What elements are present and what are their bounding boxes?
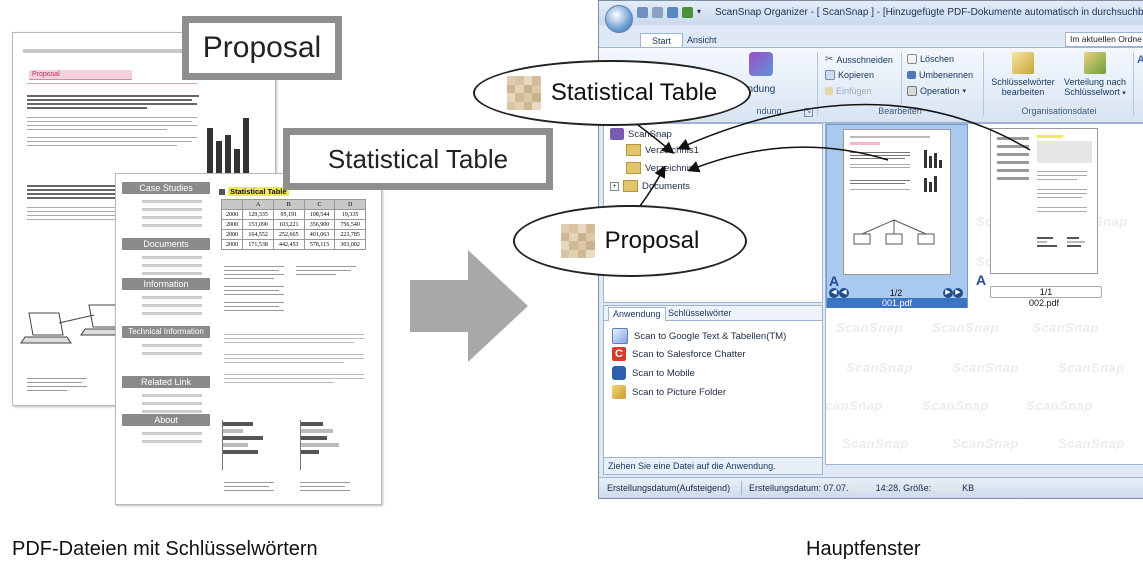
bubble-statistical-table-label: Statistical Table <box>550 79 718 106</box>
bubble-proposal: Proposal <box>513 205 747 277</box>
bubble-statistical-table: Statistical Table <box>473 60 751 126</box>
caption-right: Hauptfenster <box>806 538 921 560</box>
caption-left: PDF-Dateien mit Schlüsselwörtern <box>12 538 318 560</box>
blurred-thumbnail-icon <box>560 224 595 258</box>
bubble-proposal-label: Proposal <box>604 227 700 254</box>
blurred-thumbnail-icon <box>506 76 541 110</box>
